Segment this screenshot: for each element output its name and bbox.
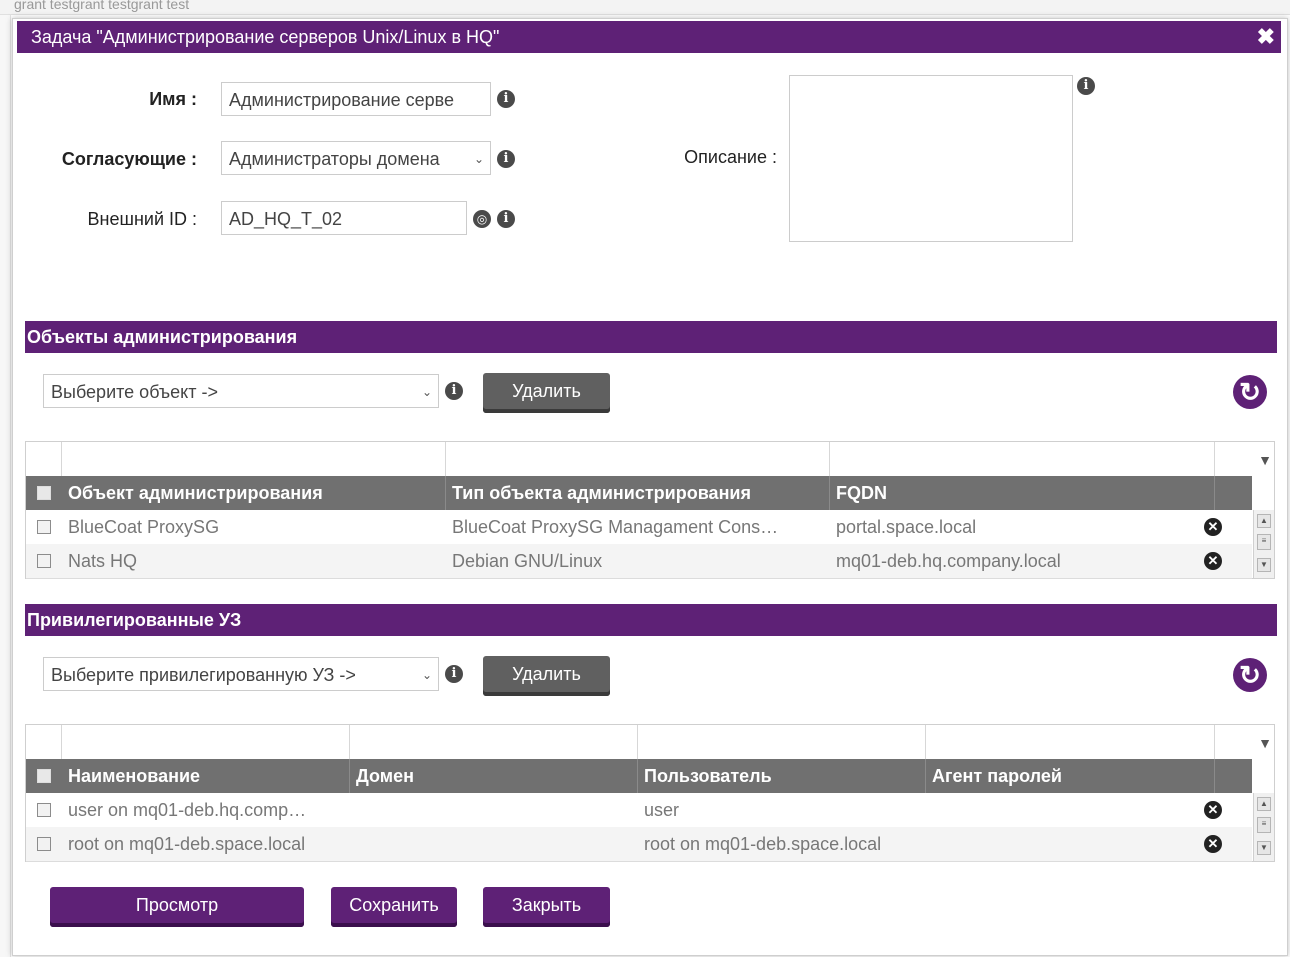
object-type: BlueCoat ProxySG Managament Cons… bbox=[452, 517, 779, 537]
remove-icon[interactable]: ✕ bbox=[1204, 552, 1222, 570]
scrollbar[interactable]: ▲ ≡ ▼ bbox=[1253, 510, 1274, 578]
account-name: root on mq01-deb.space.local bbox=[68, 834, 306, 854]
description-label: Описание : bbox=[684, 147, 777, 167]
approvers-label: Согласующие : bbox=[61, 149, 197, 169]
column-header[interactable]: Пользователь bbox=[638, 759, 926, 793]
column-header[interactable]: Наименование bbox=[62, 759, 350, 793]
remove-icon[interactable]: ✕ bbox=[1204, 518, 1222, 536]
object-type: Debian GNU/Linux bbox=[452, 551, 603, 571]
filter-cell[interactable] bbox=[350, 725, 638, 759]
external-id-label: Внешний ID : bbox=[87, 209, 197, 229]
description-field[interactable] bbox=[789, 75, 1073, 242]
approvers-select[interactable]: Администраторы домена ⌄ bbox=[221, 141, 491, 175]
approvers-value: Администраторы домена bbox=[229, 149, 440, 169]
background-page bbox=[0, 0, 11, 957]
object-name: Nats HQ bbox=[68, 551, 138, 571]
account-name: user on mq01-deb.hq.comp… bbox=[68, 800, 307, 820]
name-label: Имя : bbox=[149, 89, 197, 109]
accounts-delete-button[interactable]: Удалить bbox=[483, 656, 610, 696]
filter-cell bbox=[26, 442, 62, 476]
row-checkbox[interactable] bbox=[37, 837, 51, 851]
accounts-table-header: Наименование Домен Пользователь Агент па… bbox=[26, 759, 1252, 793]
row-checkbox[interactable] bbox=[37, 520, 51, 534]
filter-icon[interactable]: ▼ bbox=[1258, 735, 1272, 751]
filter-icon[interactable]: ▼ bbox=[1258, 452, 1272, 468]
refresh-icon[interactable]: ↻ bbox=[1233, 375, 1267, 409]
filter-cell[interactable] bbox=[62, 725, 350, 759]
background-strip: grant testgrant testgrant test bbox=[0, 0, 1290, 15]
objects-delete-button[interactable]: Удалить bbox=[483, 373, 610, 413]
accounts-section-header: Привилегированные УЗ bbox=[25, 604, 1277, 636]
remove-icon[interactable]: ✕ bbox=[1204, 835, 1222, 853]
external-id-field[interactable]: AD_HQ_T_02 bbox=[221, 201, 467, 235]
globe-icon[interactable]: ◎ bbox=[473, 210, 491, 228]
info-icon: i bbox=[445, 382, 463, 400]
select-all-checkbox[interactable] bbox=[37, 486, 51, 500]
column-header[interactable]: Тип объекта администрирования bbox=[446, 476, 830, 510]
column-header[interactable]: Объект администрирования bbox=[62, 476, 446, 510]
objects-table: ▼ Объект администрирования Тип объекта а… bbox=[25, 441, 1275, 579]
filter-cell[interactable] bbox=[638, 725, 926, 759]
task-dialog: Задача "Администрирование серверов Unix/… bbox=[12, 18, 1288, 956]
account-select[interactable]: Выберите привилегированную УЗ -> ⌄ bbox=[43, 657, 439, 691]
view-button[interactable]: Просмотр bbox=[50, 887, 304, 927]
filter-cell[interactable] bbox=[830, 442, 1215, 476]
accounts-filter-row bbox=[26, 725, 1252, 759]
chevron-down-icon: ⌄ bbox=[473, 152, 484, 166]
info-icon: i bbox=[497, 150, 515, 168]
background-text: grant testgrant testgrant test bbox=[14, 0, 190, 12]
info-icon: i bbox=[445, 665, 463, 683]
filter-cell[interactable] bbox=[926, 725, 1215, 759]
close-button[interactable]: Закрыть bbox=[483, 887, 610, 927]
object-select[interactable]: Выберите объект -> ⌄ bbox=[43, 374, 439, 408]
table-row[interactable]: Nats HQ Debian GNU/Linux mq01-deb.hq.com… bbox=[26, 544, 1252, 579]
column-header[interactable]: Домен bbox=[350, 759, 638, 793]
objects-table-header: Объект администрирования Тип объекта адм… bbox=[26, 476, 1252, 510]
objects-filter-row bbox=[26, 442, 1252, 476]
table-row[interactable]: BlueCoat ProxySG BlueCoat ProxySG Managa… bbox=[26, 510, 1252, 545]
row-checkbox[interactable] bbox=[37, 554, 51, 568]
info-icon: i bbox=[497, 90, 515, 108]
account-select-placeholder: Выберите привилегированную УЗ -> bbox=[51, 665, 356, 685]
filter-cell[interactable] bbox=[62, 442, 446, 476]
dialog-title: Задача "Администрирование серверов Unix/… bbox=[31, 27, 500, 47]
object-fqdn: mq01-deb.hq.company.local bbox=[836, 551, 1061, 571]
info-icon: i bbox=[1077, 77, 1095, 95]
objects-section-header: Объекты администрирования bbox=[25, 321, 1277, 353]
scrollbar[interactable]: ▲ ≡ ▼ bbox=[1253, 793, 1274, 861]
close-icon[interactable]: ✖ bbox=[1257, 21, 1275, 53]
scroll-up-icon[interactable]: ▲ bbox=[1257, 514, 1271, 528]
filter-cell[interactable] bbox=[446, 442, 830, 476]
chevron-down-icon: ⌄ bbox=[421, 385, 432, 399]
scroll-thumb[interactable]: ≡ bbox=[1257, 817, 1271, 833]
chevron-down-icon: ⌄ bbox=[421, 668, 432, 682]
account-user: user bbox=[644, 800, 680, 820]
select-all-checkbox[interactable] bbox=[37, 769, 51, 783]
remove-icon[interactable]: ✕ bbox=[1204, 801, 1222, 819]
scroll-down-icon[interactable]: ▼ bbox=[1257, 841, 1271, 855]
info-icon: i bbox=[497, 210, 515, 228]
refresh-icon[interactable]: ↻ bbox=[1233, 658, 1267, 692]
dialog-titlebar: Задача "Администрирование серверов Unix/… bbox=[17, 21, 1281, 53]
save-button[interactable]: Сохранить bbox=[331, 887, 457, 927]
name-field[interactable]: Администрирование серве bbox=[221, 82, 491, 116]
account-user: root on mq01-deb.space.local bbox=[644, 834, 882, 854]
object-select-placeholder: Выберите объект -> bbox=[51, 382, 218, 402]
row-checkbox[interactable] bbox=[37, 803, 51, 817]
scroll-up-icon[interactable]: ▲ bbox=[1257, 797, 1271, 811]
filter-cell bbox=[26, 725, 62, 759]
scroll-thumb[interactable]: ≡ bbox=[1257, 534, 1271, 550]
scroll-down-icon[interactable]: ▼ bbox=[1257, 558, 1271, 572]
column-header[interactable]: FQDN bbox=[830, 476, 1215, 510]
object-fqdn: portal.space.local bbox=[836, 517, 977, 537]
table-row[interactable]: user on mq01-deb.hq.comp… user ✕ bbox=[26, 793, 1252, 828]
column-header[interactable]: Агент паролей bbox=[926, 759, 1215, 793]
object-name: BlueCoat ProxySG bbox=[68, 517, 220, 537]
table-row[interactable]: root on mq01-deb.space.local root on mq0… bbox=[26, 827, 1252, 862]
accounts-table: ▼ Наименование Домен Пользователь Агент … bbox=[25, 724, 1275, 862]
